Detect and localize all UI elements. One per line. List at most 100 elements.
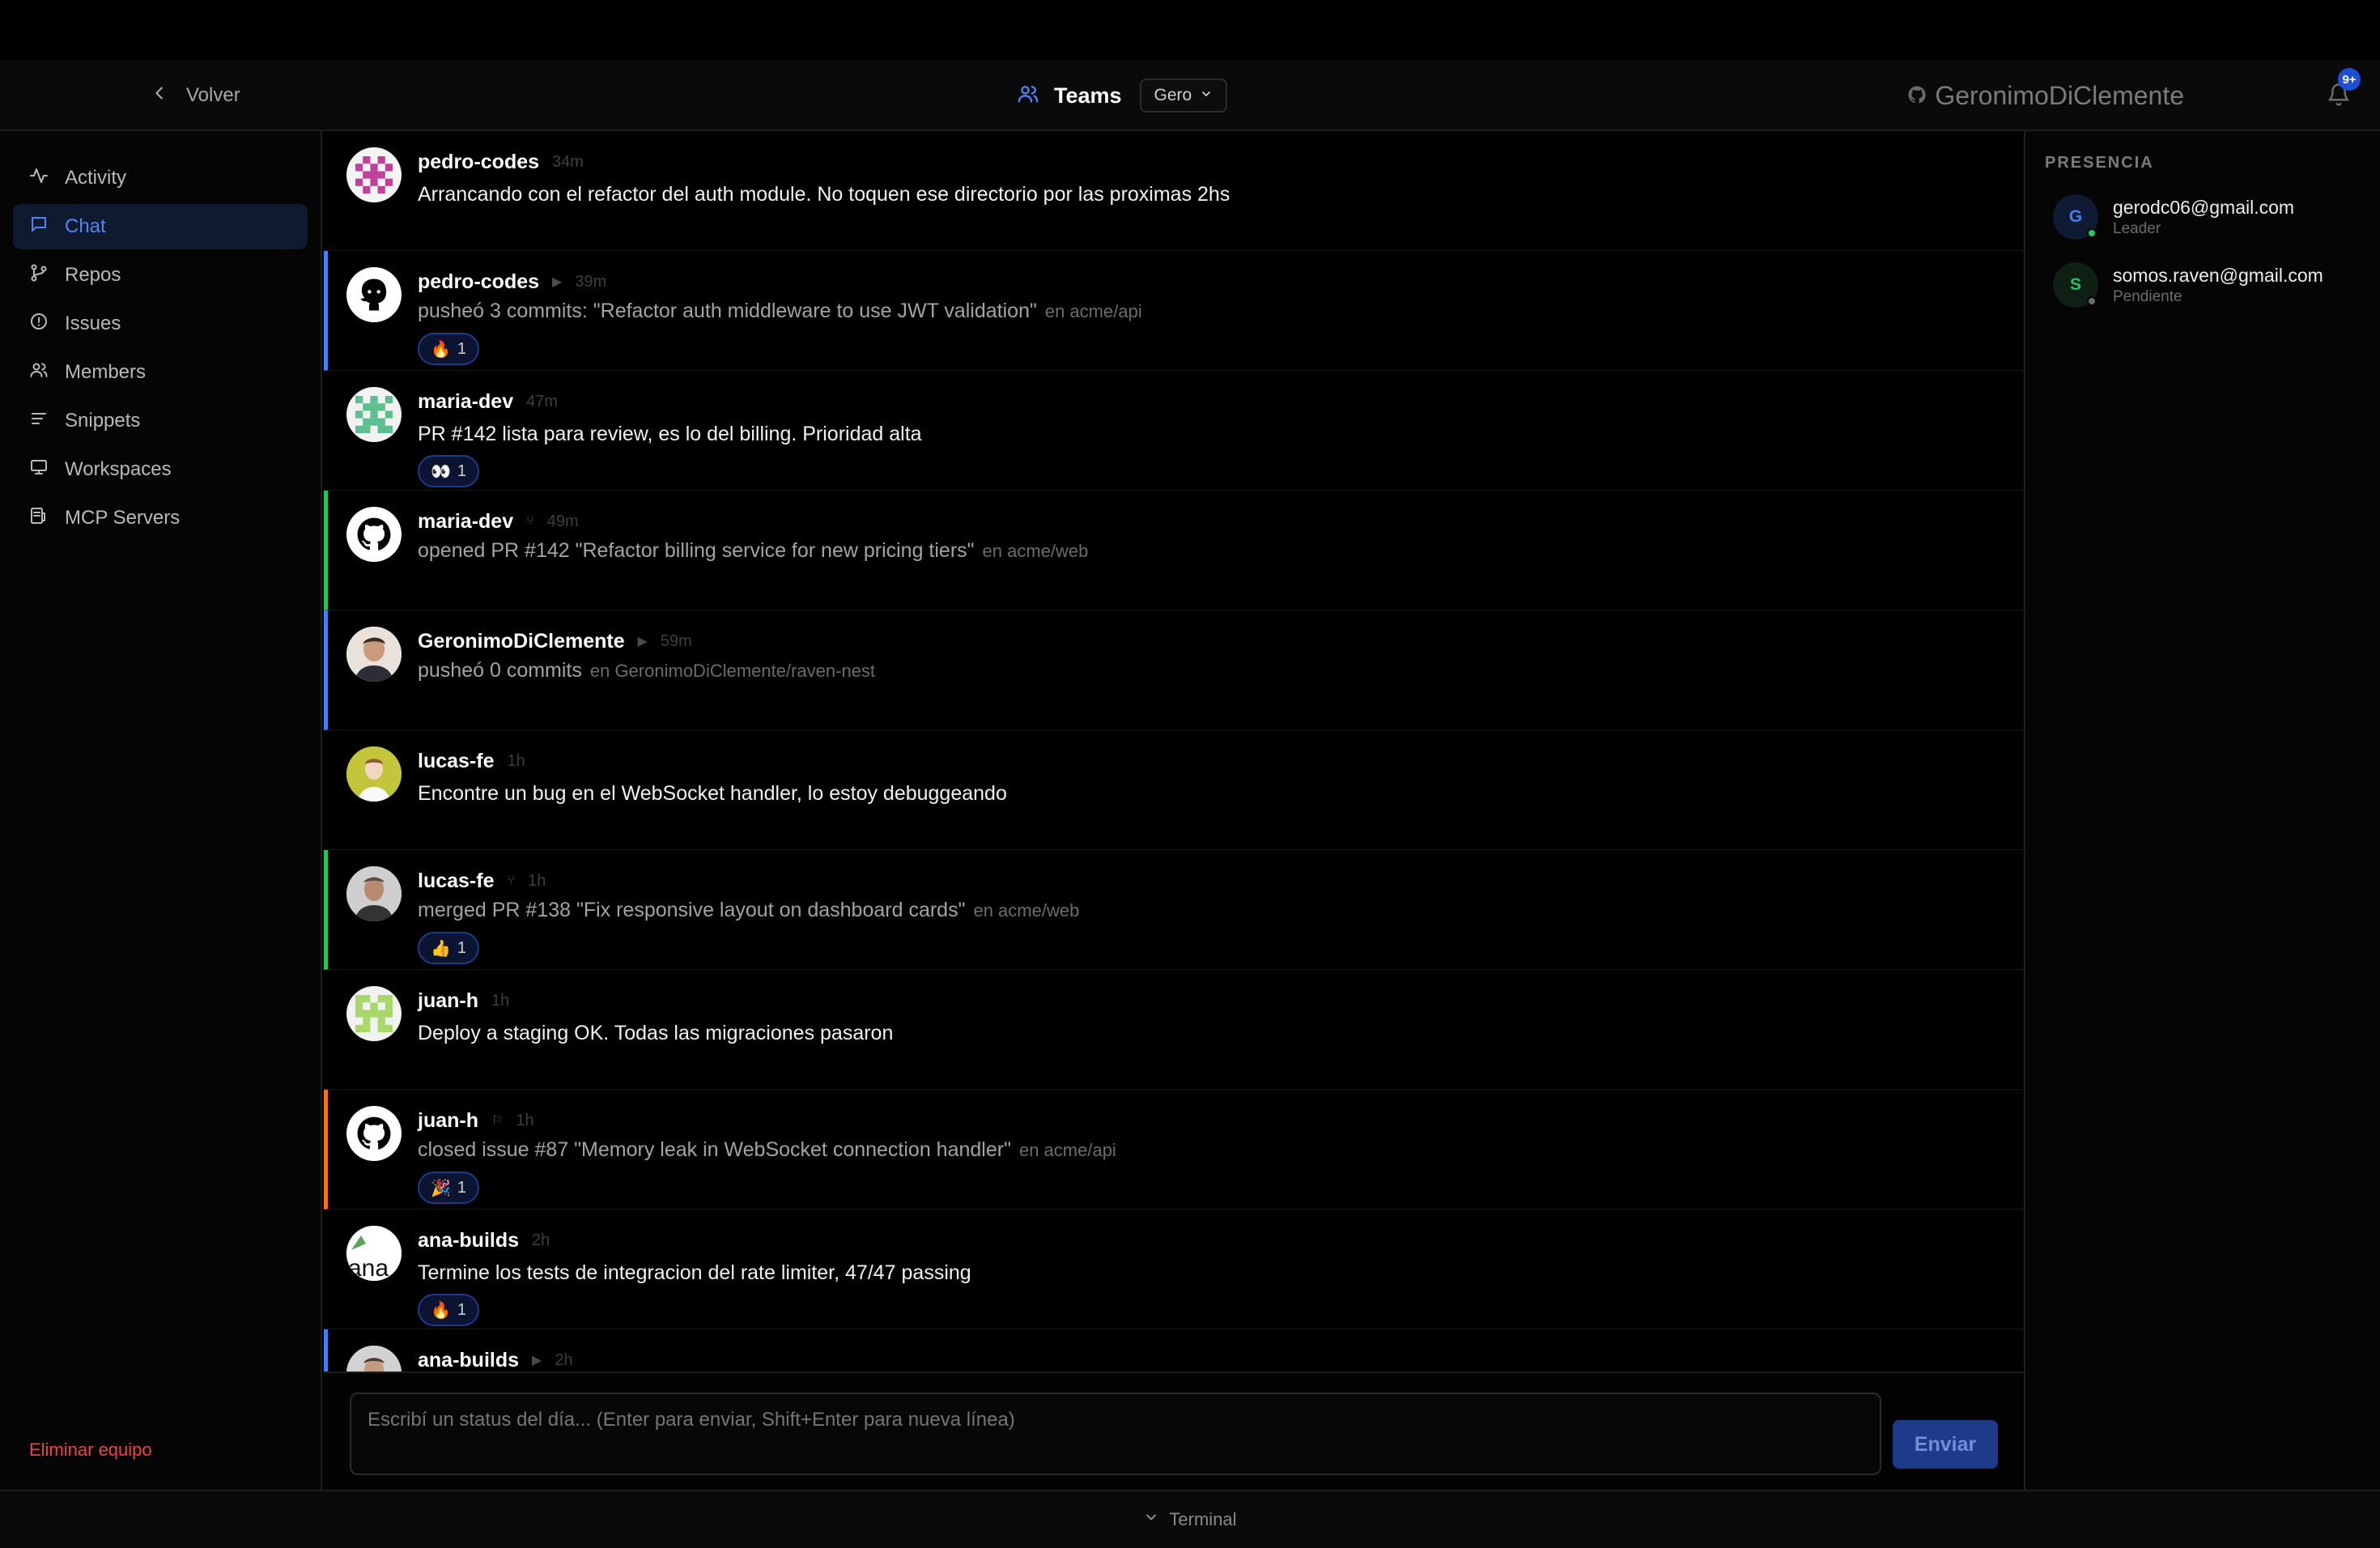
feed-event: GeronimoDiClemente ▶ 59m pusheó 0 commits e…	[324, 610, 2024, 730]
page-title-group: Teams Gero	[1017, 78, 1228, 113]
event-author[interactable]: pedro-codes	[418, 270, 539, 294]
feed-message: ana ana-builds 2h Termine los tests de in…	[324, 1210, 2024, 1329]
message-author[interactable]: pedro-codes	[418, 151, 539, 174]
avatar	[346, 746, 402, 802]
send-button[interactable]: Enviar	[1893, 1420, 1998, 1469]
feed-message: juan-h 1h Deploy a staging OK. Todas las …	[324, 970, 2024, 1090]
sidebar-item-label: Activity	[65, 167, 127, 189]
event-repo-link[interactable]: en GeronimoDiClemente/raven-nest	[590, 661, 875, 681]
event-repo-link[interactable]: en acme/web	[973, 900, 1079, 921]
feed-event: ana-builds ▶ 2h	[324, 1329, 2024, 1372]
sidebar-item-snippets[interactable]: Snippets	[13, 398, 308, 444]
chat-feed[interactable]: pedro-codes 34m Arrancando con el refacto…	[324, 131, 2024, 1372]
back-button[interactable]: Volver	[151, 81, 240, 110]
event-time: 1h	[516, 1111, 534, 1129]
avatar: ana	[346, 1226, 402, 1281]
github-user-link[interactable]: GeronimoDiClemente	[1907, 79, 2184, 112]
event-repo-link[interactable]: en acme/api	[1019, 1140, 1116, 1160]
avatar	[346, 147, 402, 202]
chevron-down-icon	[1143, 1509, 1159, 1530]
sidebar-item-members[interactable]: Members	[13, 350, 308, 395]
sidebar-item-label: Issues	[65, 313, 121, 334]
event-author[interactable]: GeronimoDiClemente	[418, 630, 625, 653]
push-icon: ▶	[552, 275, 563, 289]
avatar	[346, 1346, 402, 1372]
reaction-chip[interactable]: 👍 1	[418, 932, 480, 964]
event-author[interactable]: ana-builds	[418, 1349, 519, 1372]
event-repo-link[interactable]: en acme/api	[1045, 301, 1142, 321]
pull-request-icon: ⑂	[526, 514, 534, 528]
online-status-dot	[2087, 228, 2097, 238]
event-text: opened PR #142 "Refactor billing service…	[418, 539, 975, 562]
github-username: GeronimoDiClemente	[1935, 80, 2184, 110]
sidebar-item-label: Chat	[65, 215, 106, 237]
team-selector[interactable]: Gero	[1139, 79, 1228, 113]
reaction-chip[interactable]: 🔥 1	[418, 333, 480, 365]
event-author[interactable]: maria-dev	[418, 510, 513, 534]
sidebar-nav: Activity Chat Repos Issues Members Snipp…	[0, 131, 321, 541]
eyes-emoji-icon: 👀	[431, 462, 451, 481]
member-email: somos.raven@gmail.com	[2113, 264, 2323, 286]
sidebar-item-label: Members	[65, 361, 147, 383]
message-text: PR #142 lista para review, es lo del bil…	[418, 423, 922, 445]
notifications-button[interactable]: 9+	[2327, 68, 2361, 112]
fire-emoji-icon: 🔥	[431, 1301, 451, 1320]
presence-member[interactable]: G gerodc06@gmail.com Leader	[2053, 194, 2294, 240]
sidebar-item-chat[interactable]: Chat	[13, 204, 308, 249]
avatar	[346, 1106, 402, 1161]
push-icon: ▶	[637, 635, 648, 649]
reaction-chip[interactable]: 🔥 1	[418, 1294, 480, 1326]
sidebar-item-label: Workspaces	[65, 458, 172, 480]
event-author[interactable]: juan-h	[418, 1109, 478, 1133]
message-author[interactable]: juan-h	[418, 989, 478, 1013]
snippets-icon	[29, 409, 49, 434]
event-text: merged PR #138 "Fix responsive layout on…	[418, 899, 966, 921]
sidebar-item-mcp-servers[interactable]: MCP Servers	[13, 495, 308, 541]
avatar	[346, 267, 402, 322]
presence-member[interactable]: S somos.raven@gmail.com Pendiente	[2053, 262, 2323, 308]
avatar	[346, 627, 402, 682]
top-header: Volver Teams Gero GeronimoDiClemente 9+	[0, 60, 2380, 131]
message-time: 1h	[491, 991, 510, 1010]
sidebar-item-workspaces[interactable]: Workspaces	[13, 447, 308, 492]
users-icon	[1017, 83, 1039, 109]
feed-event: lucas-fe ⑂ 1h merged PR #138 "Fix responsi…	[324, 850, 2024, 970]
message-text: Deploy a staging OK. Todas las migracion…	[418, 1022, 894, 1044]
delete-team-button[interactable]: Eliminar equipo	[29, 1440, 152, 1461]
terminal-toggle[interactable]: Terminal	[0, 1490, 2380, 1548]
sidebar-item-activity[interactable]: Activity	[13, 155, 308, 201]
offline-status-dot	[2087, 296, 2097, 306]
chat-main: pedro-codes 34m Arrancando con el refacto…	[324, 131, 2024, 1490]
reaction-chip[interactable]: 🎉 1	[418, 1172, 480, 1204]
sidebar-item-issues[interactable]: Issues	[13, 301, 308, 347]
bell-icon	[2327, 83, 2351, 110]
issue-icon	[29, 312, 49, 337]
avatar	[346, 507, 402, 562]
feed-event: maria-dev ⑂ 49m opened PR #142 "Refactor b…	[324, 491, 2024, 610]
status-input[interactable]	[350, 1393, 1881, 1475]
sidebar-item-label: MCP Servers	[65, 507, 181, 529]
presence-panel: PRESENCIA G gerodc06@gmail.com Leader S …	[2024, 131, 2380, 1490]
event-repo-link[interactable]: en acme/web	[983, 541, 1089, 561]
event-author[interactable]: lucas-fe	[418, 870, 494, 893]
terminal-label: Terminal	[1169, 1509, 1237, 1529]
reaction-count: 1	[457, 1178, 467, 1197]
feed-message: pedro-codes 34m Arrancando con el refacto…	[324, 131, 2024, 251]
avatar-initial: G	[2068, 207, 2083, 226]
merge-icon: ⑂	[507, 874, 516, 887]
composer: Enviar	[324, 1372, 2024, 1490]
feed-event: juan-h ⚐ 1h closed issue #87 "Memory leak …	[324, 1090, 2024, 1210]
message-author[interactable]: ana-builds	[418, 1229, 519, 1252]
message-time: 34m	[552, 152, 584, 171]
git-branch-icon	[29, 263, 49, 288]
activity-icon	[29, 166, 49, 191]
message-author[interactable]: maria-dev	[418, 390, 513, 414]
avatar: G	[2053, 194, 2098, 240]
avatar	[346, 387, 402, 442]
sidebar-item-repos[interactable]: Repos	[13, 253, 308, 298]
page-title: Teams	[1054, 83, 1122, 108]
avatar: S	[2053, 262, 2098, 308]
presence-title: PRESENCIA	[2045, 154, 2154, 172]
message-author[interactable]: lucas-fe	[418, 750, 494, 773]
reaction-chip[interactable]: 👀 1	[418, 455, 480, 487]
